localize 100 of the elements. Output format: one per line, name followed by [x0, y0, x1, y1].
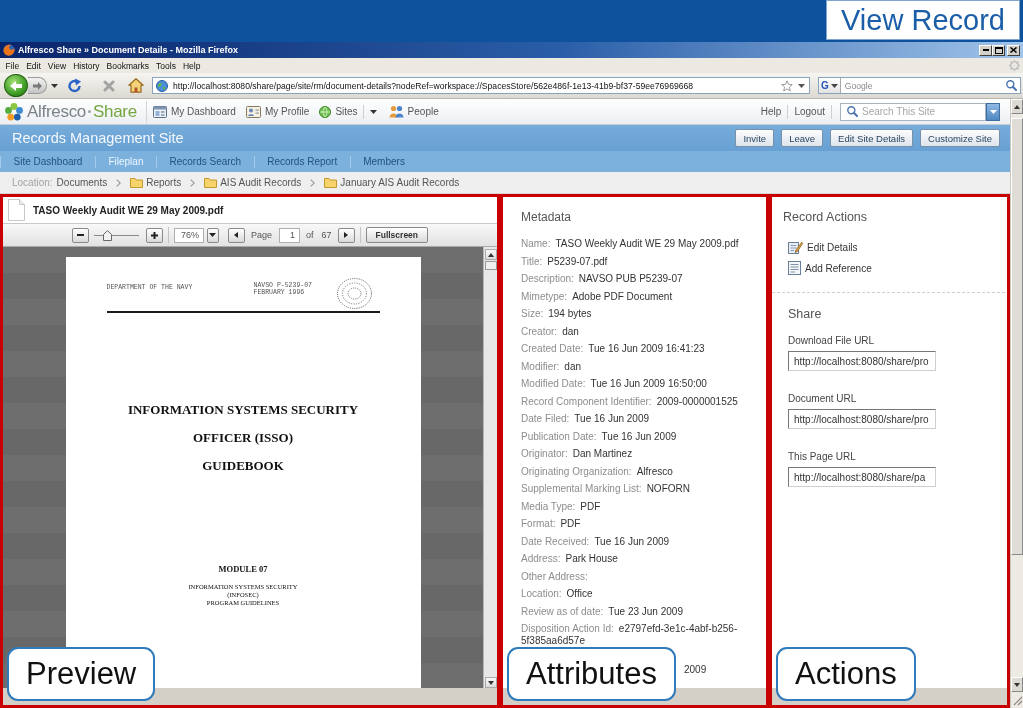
header-link[interactable]: Logout [794, 106, 825, 117]
search-input[interactable]: Search This Site [862, 104, 985, 119]
scroll-up-button[interactable] [484, 249, 497, 260]
action-link[interactable]: Edit Details [788, 240, 858, 254]
close-button[interactable] [1007, 44, 1020, 56]
chevron-icon [116, 178, 122, 187]
site-button[interactable]: Leave [781, 129, 824, 147]
forward-button[interactable] [28, 77, 47, 94]
dropdown-button[interactable] [369, 109, 377, 114]
right-triangle-icon [344, 232, 348, 238]
of-label: of [306, 230, 314, 240]
folder-icon [324, 177, 338, 188]
caret-icon [369, 109, 377, 114]
maximize-button[interactable] [992, 44, 1005, 56]
up-arrow-icon [1014, 104, 1020, 109]
right-arrow-icon [32, 81, 42, 90]
web-search-field[interactable]: G Google [818, 77, 1021, 94]
menu-item[interactable]: Edit [22, 60, 45, 71]
nav-tab[interactable]: Records Search [155, 155, 254, 168]
menu-item[interactable]: View [44, 60, 70, 71]
search-icon [847, 106, 858, 117]
action-link[interactable]: Add Reference [788, 261, 872, 275]
nav-link[interactable]: My Dashboard [152, 105, 236, 118]
section-title: Share [788, 306, 822, 322]
seal-icon [336, 278, 372, 309]
metadata-field: Record Component Identifier: 2009-0000001525 [521, 395, 738, 407]
page-field[interactable]: 1 [279, 227, 300, 243]
minimize-button[interactable] [979, 44, 992, 56]
menu-item[interactable]: History [69, 60, 104, 71]
nav-link[interactable]: Sites [319, 105, 358, 118]
breadcrumb-link[interactable]: Documents [56, 177, 108, 188]
previous-page-button[interactable] [227, 227, 245, 243]
url-field[interactable]: http://localhost:8080/share/pro [788, 351, 936, 371]
zoom-field[interactable]: 76% [173, 227, 204, 243]
slider-thumb[interactable] [102, 229, 112, 241]
nav-tab[interactable]: Members [349, 155, 418, 168]
metadata-field: Location: Office [521, 588, 593, 600]
metadata-field: Originating Organization: Alfresco [521, 465, 673, 477]
nav-tab[interactable]: Site Dashboard [0, 155, 95, 168]
zoom-in-button[interactable] [145, 227, 163, 243]
header-link[interactable]: Help [760, 106, 782, 117]
metadata-field: Mimetype: Adobe PDF Document [521, 290, 673, 302]
caret-icon [830, 83, 838, 88]
menu-item[interactable]: Tools [152, 60, 180, 71]
caret-icon [209, 233, 217, 237]
menu-item[interactable]: Help [179, 60, 204, 71]
back-button[interactable] [4, 74, 28, 97]
search-icon [1006, 80, 1017, 91]
file-name: TASO Weekly Audit WE 29 May 2009.pdf [33, 204, 224, 216]
house-icon [128, 78, 144, 93]
zoom-menu-button[interactable] [206, 227, 219, 243]
url-field[interactable]: http://localhost:8080/share/pro [788, 409, 936, 429]
menu-item[interactable]: Bookmarks [103, 60, 153, 71]
metadata-field: Other Address: [521, 570, 588, 582]
fullscreen-button[interactable]: Fullscreen [365, 227, 429, 243]
scroll-thumb[interactable] [484, 261, 497, 270]
browser-logo-icon [3, 44, 15, 56]
breadcrumb-link[interactable]: January AIS Audit Records [324, 177, 460, 188]
breadcrumb-link[interactable]: AIS Audit Records [204, 177, 302, 188]
search-input[interactable]: Google [840, 78, 1006, 93]
site-button[interactable]: Invite [735, 129, 775, 147]
close-icon [1010, 47, 1017, 53]
document-module: MODULE 07 [218, 563, 268, 575]
reload-button[interactable] [66, 76, 82, 95]
metadata-field: Publication Date: Tue 16 Jun 2009 [521, 430, 677, 442]
site-button[interactable]: Customize Site [920, 129, 1000, 147]
nav-link[interactable]: My Profile [245, 105, 310, 118]
metadata-field: Name: TASO Weekly Audit WE 29 May 2009.pdf [521, 238, 739, 250]
people-icon [388, 105, 404, 118]
search-options-button[interactable] [986, 102, 1000, 121]
logo-text: Alfresco Share [27, 101, 137, 122]
up-arrow-icon [487, 252, 494, 257]
search-engine-button[interactable]: G [819, 78, 841, 93]
folder-icon [130, 177, 144, 188]
window-title: Alfresco Share » Document Details - Mozilla Firefox [18, 45, 240, 55]
chevron-icon [190, 178, 196, 187]
caret-icon [50, 83, 58, 88]
address-field[interactable]: http://localhost:8080/share/page/site/rm/document-details?nodeRef=workspace://SpacesStore/562e486f-1e13-41b9-bf37-59ee76969668 [152, 77, 810, 94]
callout-label: Attributes [507, 647, 676, 701]
next-page-button[interactable] [337, 227, 355, 243]
stop-icon [103, 79, 115, 92]
site-search-field[interactable]: Search This Site [840, 102, 986, 121]
document-pencil-icon [788, 240, 803, 254]
metadata-field: Modifier: dan [521, 360, 582, 372]
metadata-field: Supplemental Marking List: NOFORN [521, 483, 690, 495]
zoom-out-button[interactable] [71, 227, 89, 243]
nav-tab[interactable]: Records Report [253, 155, 350, 168]
site-button[interactable]: Edit Site Details [830, 129, 914, 147]
metadata-field: Review as of date: Tue 23 Jun 2009 [521, 605, 683, 617]
metadata-field: Modified Date: Tue 16 Jun 2009 16:50:00 [521, 378, 707, 390]
caret-icon [989, 109, 997, 114]
scroll-down-button[interactable] [484, 677, 497, 688]
metadata-field: Originator: Dan Martinez [521, 448, 633, 460]
menu-item[interactable]: File [2, 60, 23, 71]
home-button[interactable] [128, 76, 144, 95]
url-field[interactable]: http://localhost:8080/share/pa [788, 467, 936, 487]
field-label: This Page URL [788, 451, 856, 463]
nav-link[interactable]: People [388, 105, 439, 118]
plus-icon [150, 231, 158, 239]
breadcrumb-link[interactable]: Reports [130, 177, 182, 188]
